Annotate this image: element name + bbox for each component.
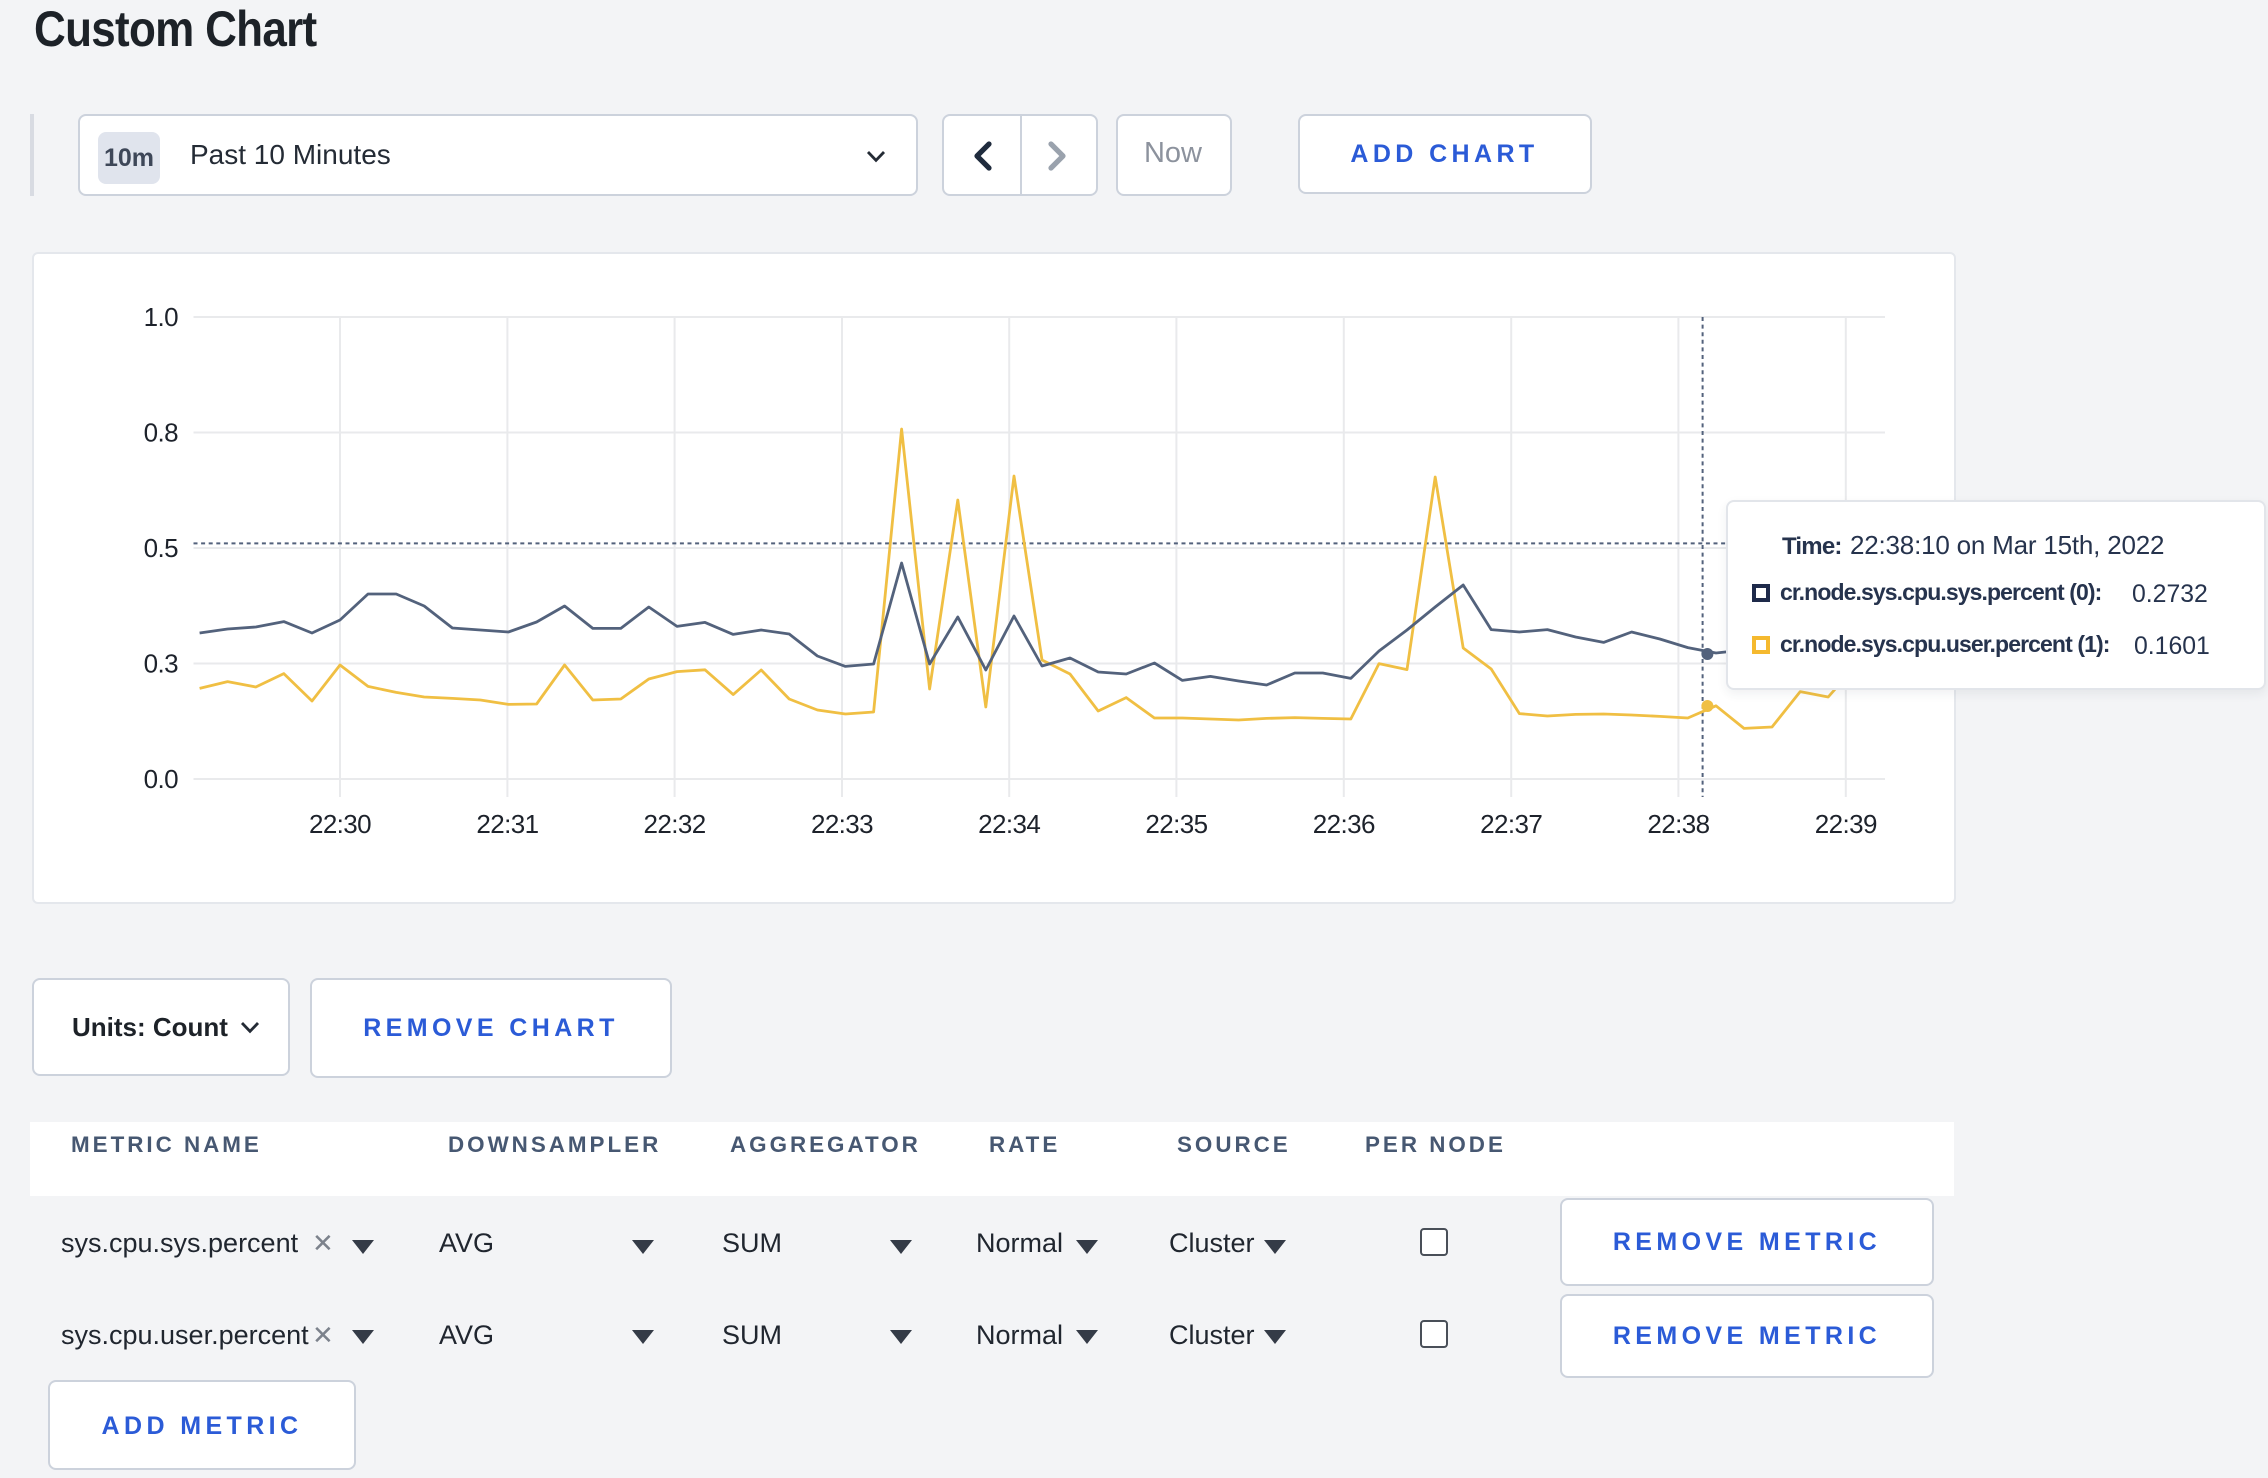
svg-text:22:34: 22:34 bbox=[977, 809, 1039, 839]
svg-text:22:38: 22:38 bbox=[1646, 809, 1708, 839]
svg-text:1.0: 1.0 bbox=[143, 302, 177, 332]
svg-text:0.5: 0.5 bbox=[143, 533, 177, 563]
svg-text:22:36: 22:36 bbox=[1312, 809, 1374, 839]
svg-text:0.3: 0.3 bbox=[143, 648, 177, 678]
svg-text:22:39: 22:39 bbox=[1814, 809, 1876, 839]
svg-text:22:30: 22:30 bbox=[308, 809, 370, 839]
svg-text:22:31: 22:31 bbox=[475, 809, 537, 839]
svg-text:0.0: 0.0 bbox=[143, 764, 177, 794]
svg-text:22:32: 22:32 bbox=[643, 809, 705, 839]
svg-text:0.8: 0.8 bbox=[143, 417, 177, 447]
svg-text:22:37: 22:37 bbox=[1479, 809, 1541, 839]
svg-text:22:33: 22:33 bbox=[810, 809, 872, 839]
svg-text:22:35: 22:35 bbox=[1144, 809, 1206, 839]
